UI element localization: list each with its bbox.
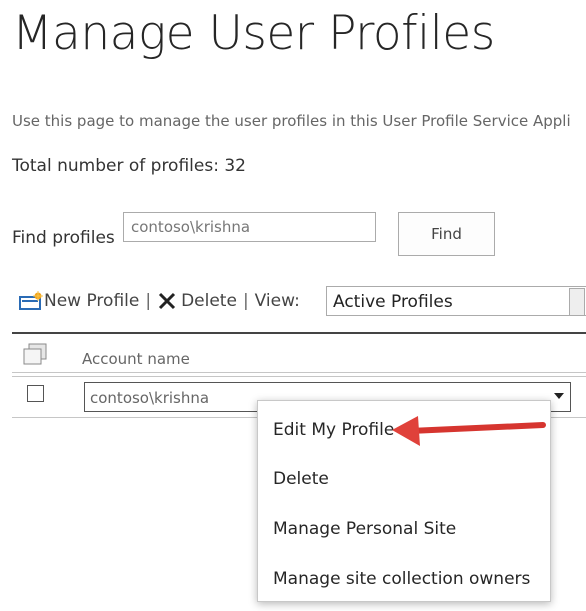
annotation-arrow	[392, 416, 546, 446]
